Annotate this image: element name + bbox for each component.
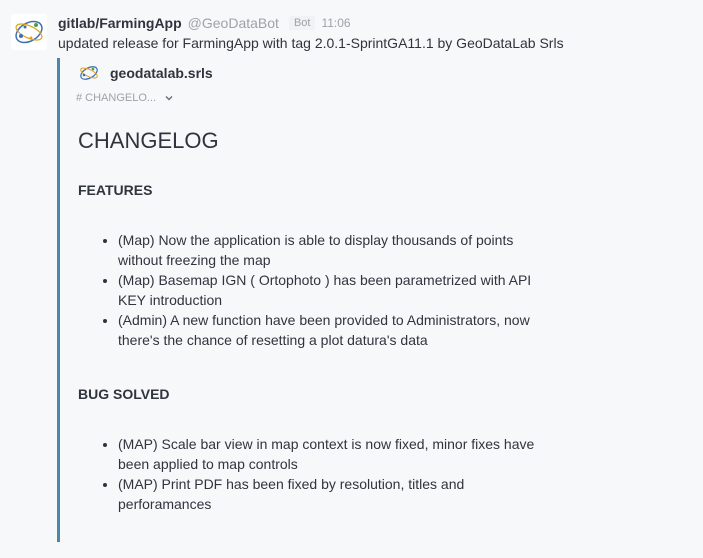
geodata-logo-icon — [80, 66, 98, 80]
changelog-title: CHANGELOG — [78, 128, 219, 153]
bugs-list: (MAP) Scale bar view in map context is n… — [78, 434, 538, 514]
room-name[interactable]: gitlab/FarmingApp — [58, 15, 182, 31]
timestamp[interactable]: 11:06 — [321, 16, 350, 30]
attachment-author: geodatalab.srls — [78, 64, 213, 82]
attachment: geodatalab.srls # CHANGELO... CHANGELOG … — [57, 58, 700, 542]
features-heading: FEATURES — [78, 182, 153, 198]
geodata-logo-icon — [11, 14, 47, 50]
list-item: (Admin) A new function have been provide… — [118, 310, 538, 350]
message-text: updated release for FarmingApp with tag … — [58, 35, 564, 51]
bugs-heading: BUG SOLVED — [78, 386, 170, 402]
avatar[interactable] — [11, 14, 47, 50]
username[interactable]: @GeoDataBot — [188, 15, 279, 31]
chat-message: gitlab/FarmingApp @GeoDataBot Bot 11:06 … — [0, 0, 703, 558]
collapse-label: # CHANGELO... — [76, 92, 157, 104]
bot-badge: Bot — [288, 16, 316, 30]
chevron-down-icon — [165, 95, 173, 101]
collapse-toggle[interactable]: # CHANGELO... — [76, 92, 174, 104]
list-item: (Map) Now the application is able to dis… — [118, 230, 538, 270]
message-header: gitlab/FarmingApp @GeoDataBot Bot 11:06 — [58, 14, 351, 32]
features-list: (Map) Now the application is able to dis… — [78, 230, 538, 350]
list-item: (MAP) Scale bar view in map context is n… — [118, 434, 538, 474]
changelog-content: CHANGELOG FEATURES (Map) Now the applica… — [78, 124, 538, 514]
list-item: (Map) Basemap IGN ( Ortophoto ) has been… — [118, 270, 538, 310]
list-item: (MAP) Print PDF has been fixed by resolu… — [118, 474, 538, 514]
attachment-author-name[interactable]: geodatalab.srls — [110, 65, 213, 81]
